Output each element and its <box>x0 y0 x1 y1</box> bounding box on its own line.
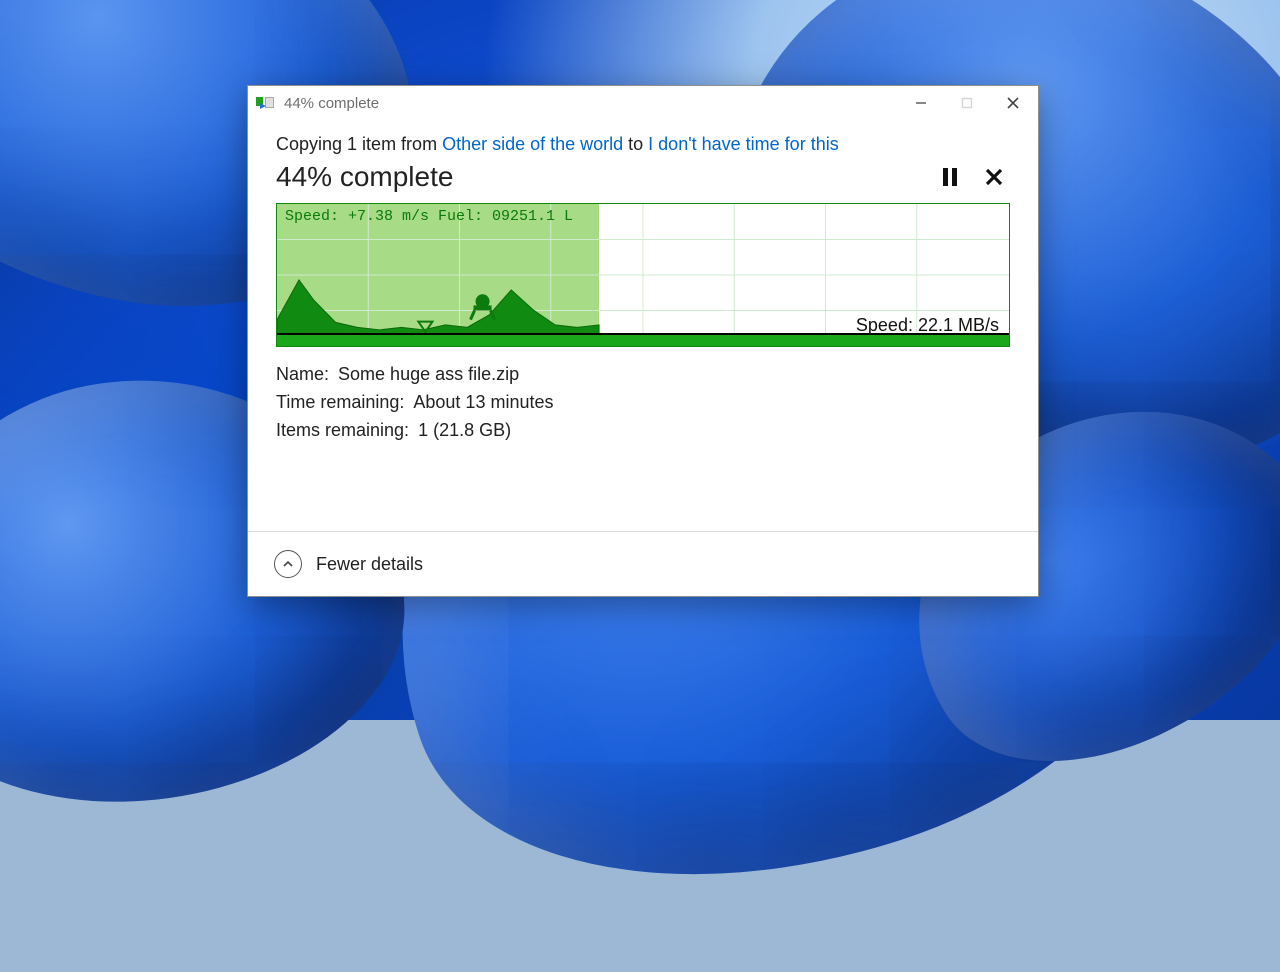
close-window-button[interactable] <box>990 88 1036 118</box>
items-remaining-value: 1 (21.8 GB) <box>418 420 511 440</box>
cancel-button[interactable] <box>978 161 1010 193</box>
details-toggle-label: Fewer details <box>316 554 423 575</box>
game-overlay-text: Speed: +7.38 m/s Fuel: 09251.1 L <box>285 208 573 225</box>
speed-graph: Speed: +7.38 m/s Fuel: 09251.1 L Speed: … <box>276 203 1010 347</box>
details-toggle[interactable]: Fewer details <box>248 532 1038 596</box>
copy-progress-dialog: 44% complete Copying 1 item from Other s… <box>247 85 1039 597</box>
percent-complete: 44% complete <box>276 161 922 193</box>
window-title: 44% complete <box>284 95 379 112</box>
transfer-details: Name: Some huge ass file.zip Time remain… <box>276 361 1010 445</box>
time-remaining-value: About 13 minutes <box>413 392 553 412</box>
minimize-button[interactable] <box>898 88 944 118</box>
copy-description: Copying 1 item from Other side of the wo… <box>276 134 1010 155</box>
items-remaining-label: Items remaining: <box>276 420 409 440</box>
pause-button[interactable] <box>934 161 966 193</box>
current-speed-label: Speed: 22.1 MB/s <box>856 315 999 336</box>
dest-link[interactable]: I don't have time for this <box>648 134 839 154</box>
name-value: Some huge ass file.zip <box>338 364 519 384</box>
time-remaining-label: Time remaining: <box>276 392 404 412</box>
titlebar[interactable]: 44% complete <box>248 86 1038 120</box>
maximize-button <box>944 88 990 118</box>
copy-icon <box>256 96 274 110</box>
source-link[interactable]: Other side of the world <box>442 134 623 154</box>
chevron-up-icon <box>274 550 302 578</box>
copy-prefix: Copying 1 item from <box>276 134 442 154</box>
copy-mid: to <box>623 134 648 154</box>
name-label: Name: <box>276 364 329 384</box>
